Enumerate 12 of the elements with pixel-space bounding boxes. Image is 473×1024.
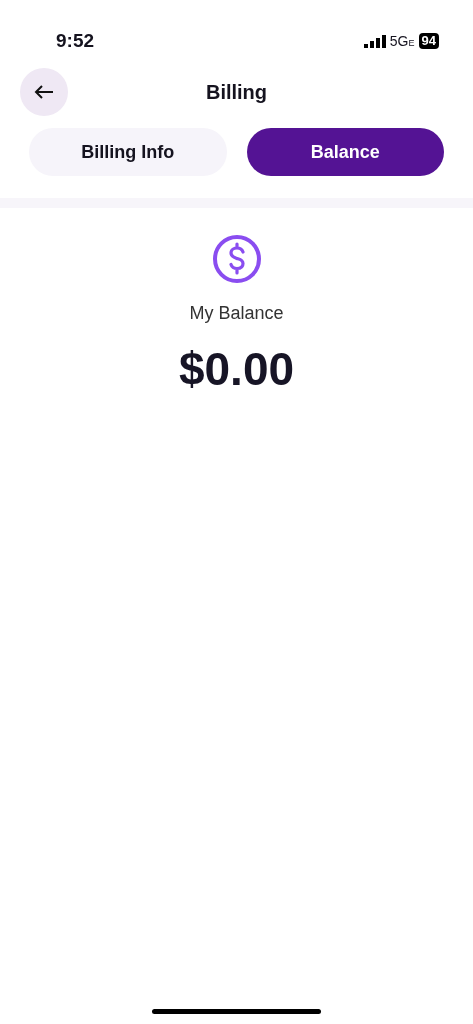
tab[interactable]: Billing Info (29, 128, 227, 176)
back-button[interactable] (20, 68, 68, 116)
status-time: 9:52 (56, 28, 95, 53)
back-arrow-icon (34, 84, 54, 100)
dollar-icon (211, 234, 262, 284)
network-label: 5GE (389, 31, 415, 51)
tab[interactable]: Balance (246, 128, 444, 176)
page-title: Billing (205, 80, 268, 105)
signal-icon (363, 34, 386, 48)
balance-label: My Balance (189, 302, 284, 325)
battery-level: 94 (418, 33, 439, 49)
balance-amount: $0.00 (178, 342, 295, 397)
